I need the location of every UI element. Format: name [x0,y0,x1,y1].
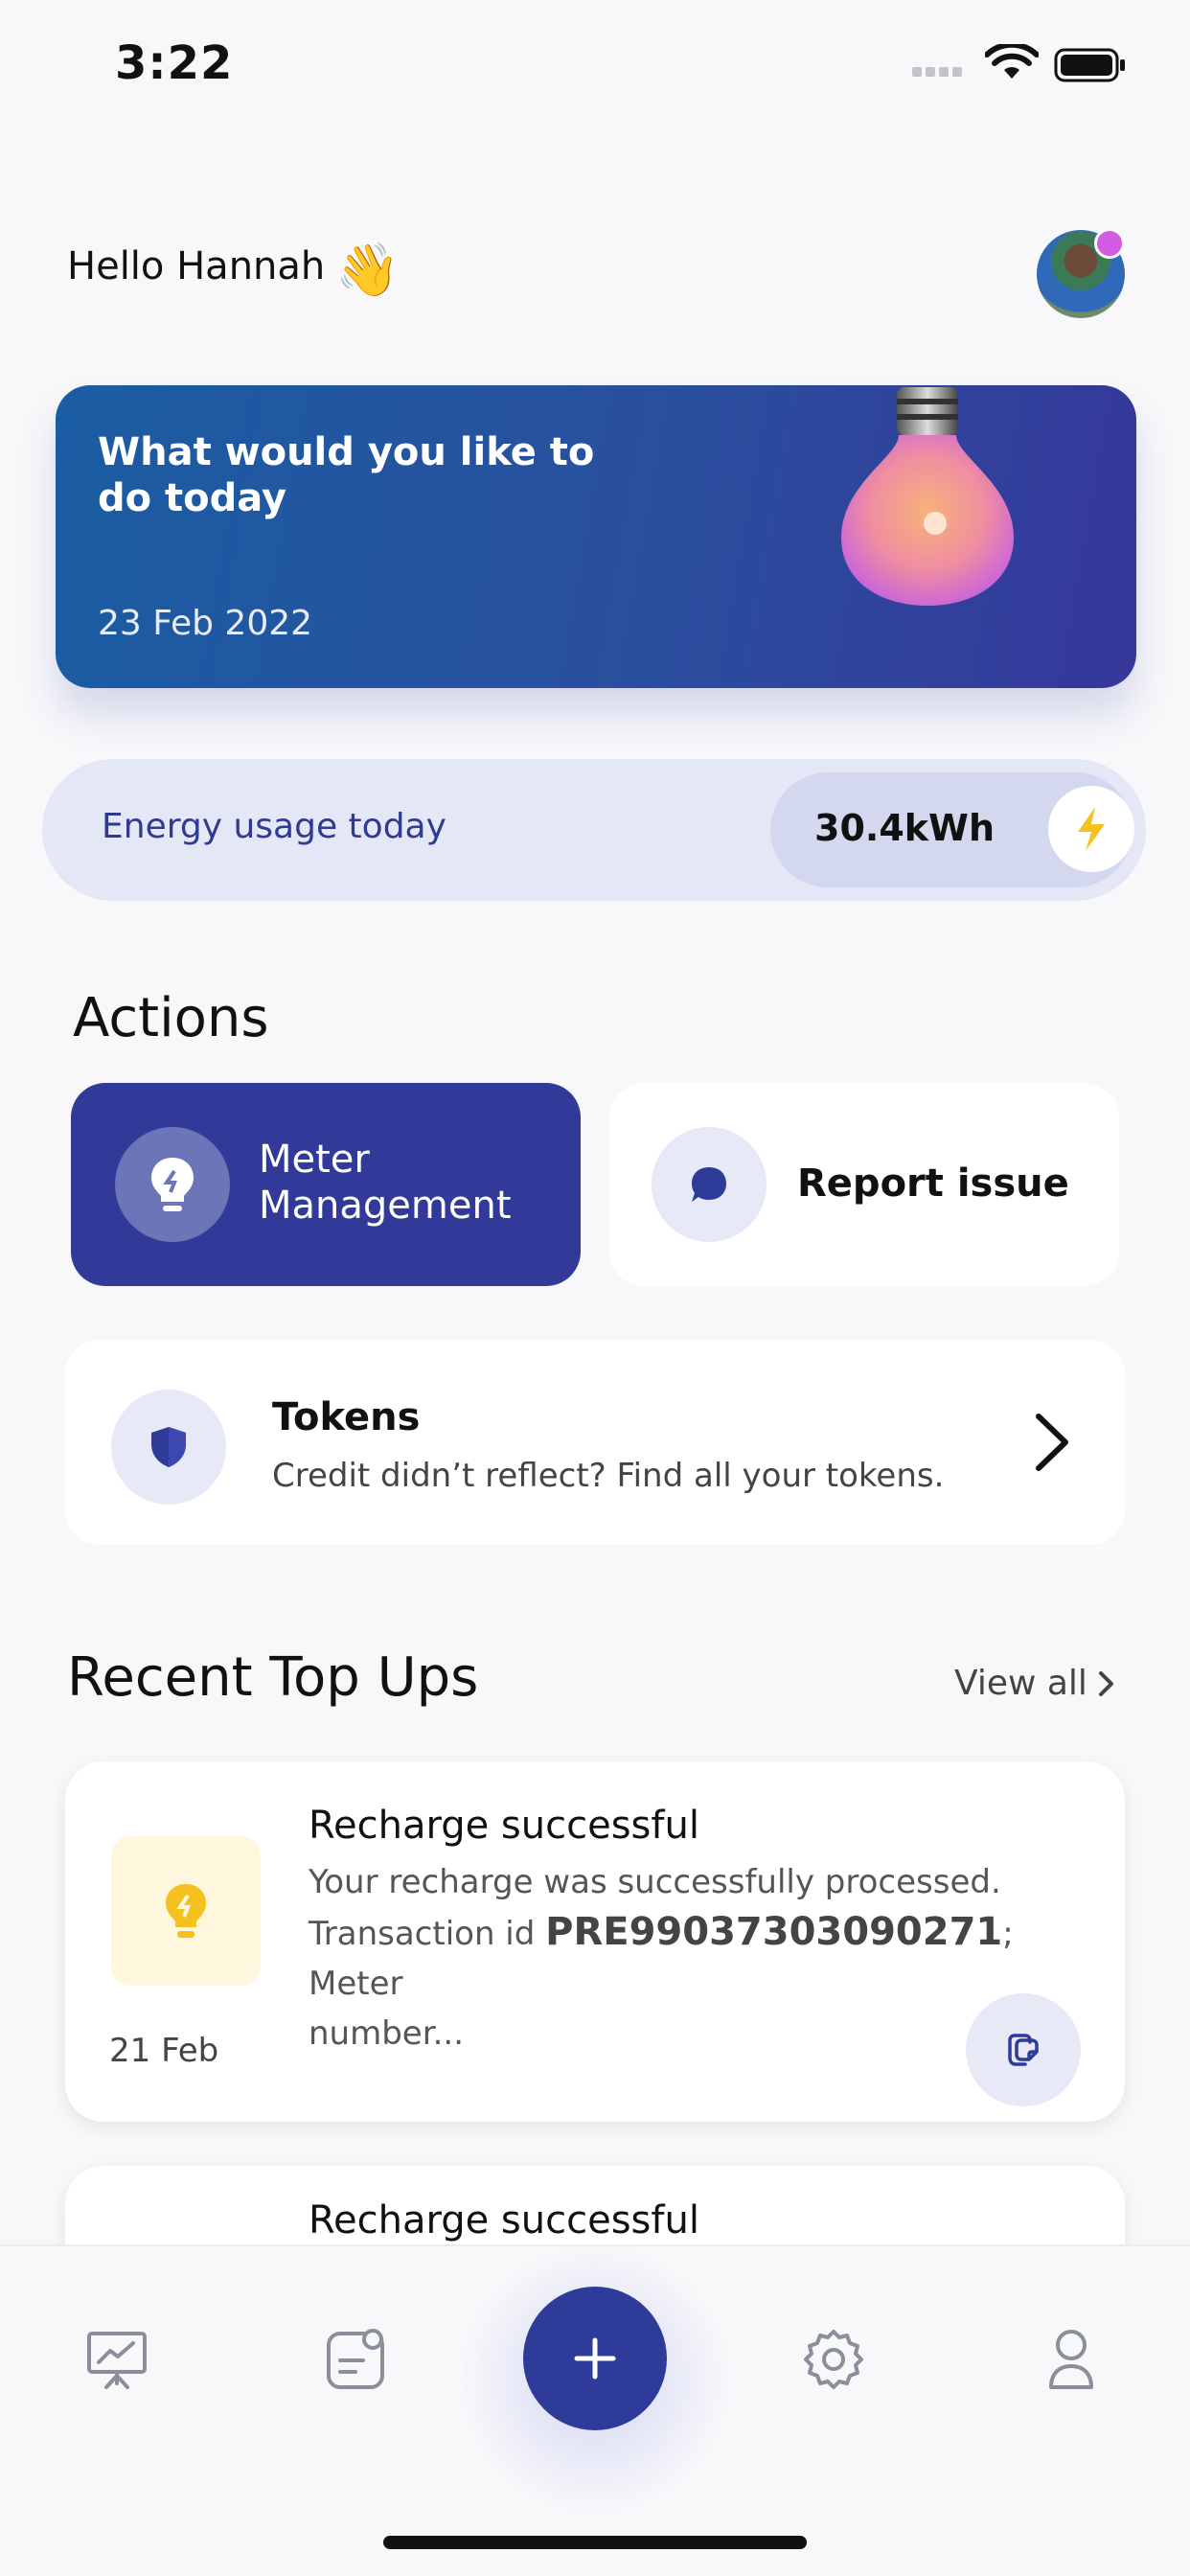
wave-emoji: 👋 [335,240,400,300]
greeting-text: Hello Hannah [67,244,326,288]
shield-icon [111,1390,226,1505]
tab-settings[interactable] [795,2321,872,2398]
light-bulb-illustration [841,387,1014,606]
report-issue-button[interactable]: Report issue [609,1083,1119,1286]
energy-value: 30.4kWh [814,807,995,849]
tokens-title: Tokens [272,1395,421,1439]
energy-label: Energy usage today [102,807,446,846]
copy-button[interactable] [966,1993,1081,2106]
energy-value-chip: 30.4kWh [770,772,1134,887]
energy-usage-bar[interactable]: Energy usage today 30.4kWh [42,759,1146,901]
recent-top-ups-heading: Recent Top Ups [67,1646,479,1709]
report-issue-label: Report issue [797,1162,1069,1206]
copy-icon [1008,2034,1039,2066]
dashboard-icon [87,2332,147,2389]
meter-management-label: Meter Management [259,1138,512,1228]
tab-transactions[interactable] [318,2321,395,2398]
signal-icon [912,67,970,79]
hero-date: 23 Feb 2022 [98,604,313,643]
chevron-right-icon [1036,1414,1068,1471]
settings-icon [804,2330,863,2389]
add-button[interactable] [523,2287,667,2430]
wifi-icon [985,44,1039,79]
tokens-subtitle: Credit didn’t reflect? Find all your tok… [272,1457,945,1495]
transactions-icon [327,2329,384,2389]
topup-line2-prefix: Transaction id [309,1915,546,1953]
lightning-icon [1048,786,1134,872]
view-all-link[interactable]: View all [954,1664,1087,1703]
bulb-icon [115,1127,230,1242]
transaction-id: PRE99037303090271 [545,1910,1003,1954]
topup-line1: Your recharge was successfully processed… [309,1863,1001,1901]
actions-heading: Actions [73,987,269,1049]
profile-icon [1049,2330,1093,2389]
tab-dashboard[interactable] [79,2321,155,2398]
notification-dot [1094,228,1125,259]
chat-icon [652,1127,767,1242]
topup-line3: number... [309,2014,464,2053]
tokens-row[interactable]: Tokens Credit didn’t reflect? Find all y… [65,1340,1125,1545]
status-time: 3:22 [115,36,234,90]
topup-card[interactable]: Recharge successful Your recharge was su… [65,1761,1125,2122]
hero-card: What would you like to do today 23 Feb 2… [56,385,1136,688]
plus-icon [574,2337,616,2380]
topup-title: Recharge successful [309,2198,699,2242]
home-indicator [383,2536,807,2549]
hero-title: What would you like to do today [98,430,595,520]
meter-management-button[interactable]: Meter Management [71,1083,581,1286]
battery-icon [1054,48,1125,82]
topup-date: 21 Feb [109,2032,219,2070]
topup-title: Recharge successful [309,1804,699,1848]
bulb-icon [111,1836,261,1986]
chevron-right-icon[interactable] [1096,1668,1117,1700]
tab-profile[interactable] [1033,2321,1110,2398]
